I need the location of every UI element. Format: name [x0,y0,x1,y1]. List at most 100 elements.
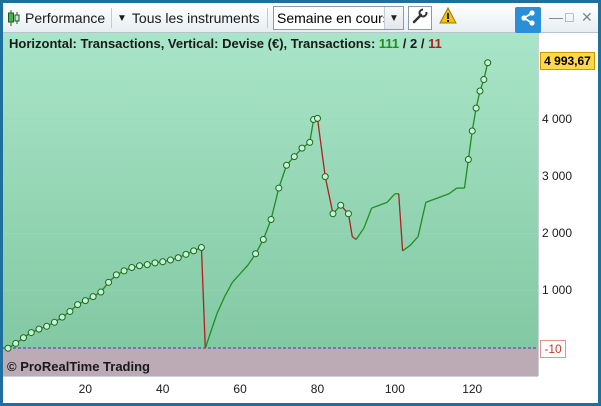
transaction-point [283,161,291,169]
transaction-point [298,144,306,152]
header-separator: / [417,36,429,51]
equity-segment-up [467,130,473,160]
transaction-point [344,210,352,218]
toolbar-divider [111,8,112,28]
x-tick-label: 60 [233,382,247,396]
share-icon [519,9,537,32]
y-tick-label: 1 000 [542,282,573,297]
transaction-point [27,329,35,337]
transaction-point [306,138,314,146]
transaction-point [472,104,480,112]
equity-segment-up [208,313,218,337]
zero-line-badge: -10 [540,340,566,358]
y-tick-label: 2 000 [542,225,573,240]
equity-chart[interactable] [3,33,538,376]
transaction-point [182,250,190,258]
transaction-point [50,318,58,326]
transaction-point [159,258,167,266]
transaction-point [143,261,151,269]
instruments-menu[interactable]: ▼ Tous les instruments [117,6,260,30]
wrench-icon [411,7,429,30]
equity-segment-down [324,176,334,214]
transaction-point [275,184,283,192]
equity-segment-up [448,187,458,195]
transaction-point [484,59,492,67]
share-button[interactable] [515,7,541,33]
equity-segment-up [417,202,427,237]
minimize-icon[interactable]: — [549,9,563,25]
equity-segment-up [433,196,442,201]
toolbar: Performance ▼ Tous les instruments Semai… [3,3,598,33]
transaction-point [89,293,97,301]
equity-segment-up [231,273,241,283]
equity-segment-up [402,244,411,252]
transaction-point [464,156,472,164]
dropdown-arrow-icon: ▼ [117,12,127,24]
transaction-point [174,254,182,262]
transaction-point [252,250,260,258]
transaction-point [120,267,128,275]
transaction-point [35,325,43,333]
transaction-point [329,210,337,218]
axis-corner [538,376,598,403]
x-tick-label: 100 [384,382,405,396]
equity-segment-down [316,118,326,177]
x-tick-label: 20 [78,382,93,396]
transaction-point [97,288,105,296]
candlestick-icon [7,9,21,27]
transaction-point [136,262,144,270]
settings-button[interactable] [408,6,432,30]
transaction-point [468,127,476,135]
equity-segment-up [409,236,419,246]
y-tick-label: 4 000 [542,111,573,126]
equity-segment-up [441,193,450,198]
transaction-point [66,307,74,315]
equity-segment-up [386,193,396,203]
last-value-badge: 4 993,67 [540,52,595,70]
x-tick-label: 40 [156,382,170,396]
y-axis[interactable] [538,33,598,376]
transaction-point [290,153,298,161]
toolbar-divider [267,8,268,28]
transaction-point [58,313,66,321]
equity-segment-up [425,198,434,203]
transaction-point [267,215,275,223]
equity-segment-up [224,282,233,297]
equity-segment-up [239,264,249,275]
performance-menu[interactable]: Performance [7,6,105,30]
transaction-point [197,243,205,251]
transaction-point [166,256,174,264]
transaction-point [105,278,113,286]
period-select[interactable]: Semaine en cours ▼ [273,6,404,30]
header-prefix: Horizontal: Transactions, Vertical: Devi… [9,36,379,51]
transaction-point [74,301,82,309]
transaction-point [259,235,267,243]
transaction-point [337,201,345,209]
watermark: © ProRealTime Trading [7,359,150,374]
transaction-point [112,271,120,279]
chart-header: Horizontal: Transactions, Vertical: Devi… [9,36,442,51]
transaction-point [19,334,27,342]
transaction-point [476,87,484,95]
transaction-point [313,114,321,122]
transaction-point [12,339,20,347]
equity-segment-up [270,187,280,220]
transaction-point [480,76,488,84]
transaction-point [4,344,12,352]
equity-segment-down [398,193,404,251]
equity-segment-up [363,207,373,229]
equity-segment-down [351,236,357,241]
close-icon[interactable]: ✕ [581,9,593,26]
warning-icon [439,6,457,29]
maximize-icon[interactable]: □ [565,9,573,25]
instruments-label: Tous les instruments [131,10,260,26]
transaction-point [81,297,89,305]
transaction-point [151,259,159,267]
transaction-point [190,247,198,255]
x-tick-label: 120 [462,382,483,396]
losing-count: 11 [428,36,442,51]
chevron-down-icon[interactable]: ▼ [384,7,403,29]
warning-button[interactable] [436,6,460,30]
equity-segment-up [371,204,380,209]
x-tick-label: 80 [310,382,325,396]
